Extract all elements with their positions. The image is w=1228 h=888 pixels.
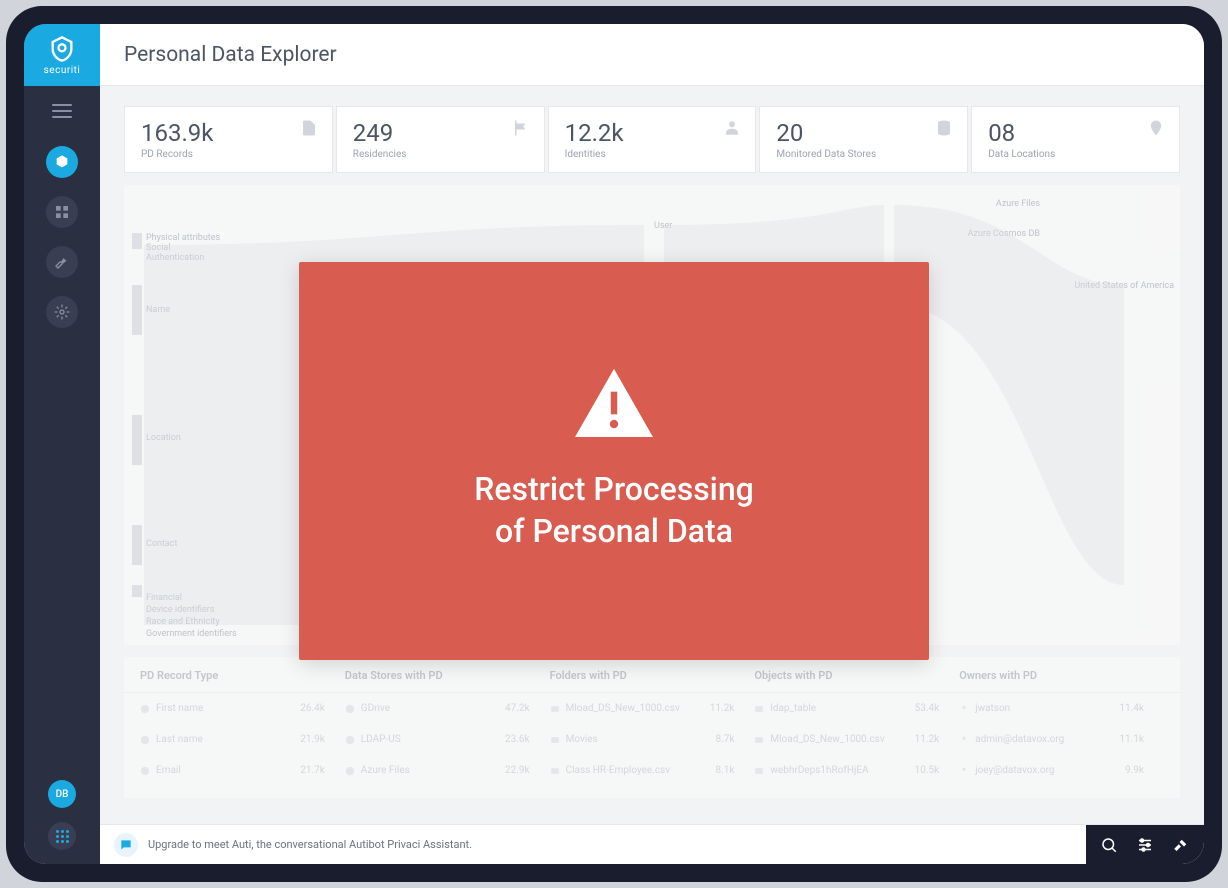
nav-item-explorer[interactable] [46, 146, 78, 178]
stat-card-records[interactable]: 163.9k PD Records [124, 106, 333, 173]
data-table: PD Record Type Data Stores with PD Folde… [124, 657, 1180, 798]
nav-icons [46, 146, 78, 328]
wrench-icon [54, 254, 70, 270]
brand-name: securiti [44, 65, 81, 76]
alert-text: Restrict Processing of Personal Data [474, 469, 754, 552]
stats-row: 163.9k PD Records 249 Residencies 12.2k … [124, 106, 1180, 173]
stat-value: 08 [988, 119, 1163, 147]
alert-overlay[interactable]: Restrict Processing of Personal Data [299, 262, 929, 660]
flag-icon [512, 119, 530, 141]
stat-value: 12.2k [565, 119, 740, 147]
app-grid-icon [56, 830, 69, 843]
menu-toggle[interactable] [52, 104, 72, 118]
col-header: Data Stores with PD [345, 669, 550, 682]
gear-icon [54, 304, 70, 320]
table-header: PD Record Type Data Stores with PD Folde… [124, 669, 1180, 693]
sidebar-bottom: DB [48, 780, 76, 850]
stat-value: 249 [353, 119, 528, 147]
stat-card-datastores[interactable]: 20 Monitored Data Stores [759, 106, 968, 173]
user-avatar[interactable]: DB [48, 780, 76, 808]
table-row[interactable]: First name26.4k GDrive47.2k Mload_DS_New… [124, 693, 1180, 724]
col-header: Folders with PD [550, 669, 755, 682]
table-row[interactable]: Email21.7k Azure Files22.9k Class HR-Emp… [124, 755, 1180, 786]
stat-label: Identities [565, 149, 740, 160]
col-header: Owners with PD [959, 669, 1164, 682]
nav-item-tools[interactable] [46, 246, 78, 278]
person-icon [723, 119, 741, 141]
pin-icon [1147, 119, 1165, 141]
page-title: Personal Data Explorer [124, 43, 337, 67]
assistant-bar: Upgrade to meet Auti, the conversational… [100, 824, 1204, 864]
stat-value: 20 [776, 119, 951, 147]
header: Personal Data Explorer [100, 24, 1204, 86]
sidebar: securiti DB [24, 24, 100, 864]
assistant-prompt[interactable]: Upgrade to meet Auti, the conversational… [148, 838, 1086, 851]
warning-icon [575, 369, 653, 441]
grid-icon [54, 204, 70, 220]
stat-card-residencies[interactable]: 249 Residencies [336, 106, 545, 173]
stat-value: 163.9k [141, 119, 316, 147]
database-icon [935, 119, 953, 141]
speech-icon [119, 838, 133, 852]
chat-icon[interactable] [114, 833, 138, 857]
logo-icon [48, 35, 76, 63]
stat-card-locations[interactable]: 08 Data Locations [971, 106, 1180, 173]
col-header: PD Record Type [140, 669, 345, 682]
app-screen: securiti DB [24, 24, 1204, 864]
table-row[interactable]: Last name21.9k LDAP-US23.6k Movies8.7k M… [124, 724, 1180, 755]
col-header: Objects with PD [754, 669, 959, 682]
stat-label: Data Locations [988, 149, 1163, 160]
stat-label: Residencies [353, 149, 528, 160]
stat-label: PD Records [141, 149, 316, 160]
hammer-icon[interactable] [1172, 836, 1190, 854]
app-switcher[interactable] [48, 822, 76, 850]
device-frame: securiti DB [6, 6, 1222, 882]
search-icon[interactable] [1100, 836, 1118, 854]
sliders-icon[interactable] [1136, 836, 1154, 854]
alert-line2: of Personal Data [474, 511, 754, 553]
alert-line1: Restrict Processing [474, 469, 754, 511]
nav-item-settings[interactable] [46, 296, 78, 328]
stat-label: Monitored Data Stores [776, 149, 951, 160]
nav-item-dashboard[interactable] [46, 196, 78, 228]
hexagon-icon [54, 154, 70, 170]
stat-card-identities[interactable]: 12.2k Identities [548, 106, 757, 173]
brand-logo[interactable]: securiti [24, 24, 100, 86]
file-icon [300, 119, 318, 141]
chat-actions [1086, 825, 1204, 864]
